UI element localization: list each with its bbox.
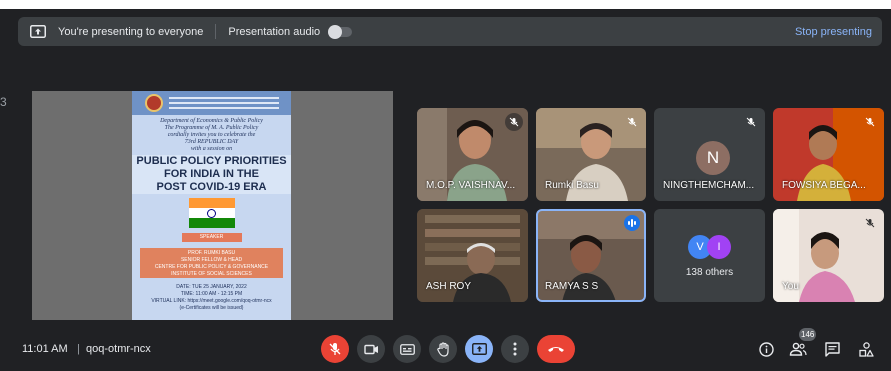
participant-tile[interactable]: N NINGTHEMCHAM... [654,108,765,201]
participant-name: RAMYA S S [545,281,599,292]
present-screen-icon [30,25,46,38]
participant-name: FOWSIYA BEGA... [782,180,866,191]
participant-tile[interactable]: RAMYA S S [536,209,646,302]
shapes-icon [858,341,874,357]
poster-headline: PUBLIC POLICY PRIORITIES FOR INDIA IN TH… [132,155,291,194]
meeting-code: qoq-otmr-ncx [86,343,151,355]
participant-name: M.O.P. VAISHNAV... [426,180,516,191]
presentation-audio-label: Presentation audio [228,25,321,38]
present-now-button[interactable] [465,335,493,363]
captions-button[interactable] [393,335,421,363]
more-options-button[interactable] [501,335,529,363]
stop-presenting-button[interactable]: Stop presenting [795,26,872,38]
participant-name: ASH ROY [426,281,472,292]
raise-hand-button[interactable] [429,335,457,363]
people-button[interactable] [788,339,808,359]
presentation-bar: You're presenting to everyone Presentati… [18,17,882,46]
participant-name: You [782,281,799,292]
mic-off-icon [329,343,341,355]
separator: | [77,343,80,355]
others-tile[interactable]: V I 138 others [654,209,765,302]
mic-off-icon [625,115,639,129]
india-flag-icon [132,194,291,232]
activities-button[interactable] [856,339,876,359]
hand-icon [436,341,449,357]
others-count: 138 others [685,267,734,278]
mic-toggle-button[interactable] [321,335,349,363]
avatar: I [707,235,731,259]
presentation-audio-toggle[interactable] [328,24,353,39]
participant-tile[interactable]: FOWSIYA BEGA... [773,108,884,201]
meeting-clock: 11:01 AM [22,343,68,355]
participant-tile[interactable]: Rumki Basu [536,108,646,201]
participant-name: Rumki Basu [545,180,599,191]
mic-off-icon [505,113,523,131]
camera-toggle-button[interactable] [357,335,385,363]
mic-off-icon [744,115,758,129]
self-tile[interactable]: You [773,209,884,302]
institute-logo-icon [144,94,163,112]
camera-icon [363,344,378,354]
captions-icon [399,343,415,355]
edge-fragment: 3 [0,95,7,109]
info-icon [758,341,774,357]
speaking-indicator-icon [624,215,640,231]
poster-banner [132,91,291,115]
speaker-details: PROF. RUMKI BASU SENIOR FELLOW & HEAD CE… [140,248,283,278]
avatar: N [696,141,730,175]
speaker-tag: SPEAKER [181,233,242,242]
participant-tile[interactable]: ASH ROY [417,209,528,302]
meeting-details-button[interactable] [756,339,776,359]
mic-off-icon [863,115,877,129]
bottom-bar: 11:01 AM | qoq-otmr-ncx 146 [0,322,891,371]
slide-poster: Department of Economics & Public Policy … [132,91,291,320]
more-vert-icon [513,342,517,356]
participant-tile[interactable]: M.O.P. VAISHNAV... [417,108,528,201]
participant-name: NINGTHEMCHAM... [663,180,755,191]
people-icon [789,342,807,356]
present-screen-icon [471,343,487,355]
hang-up-icon [548,347,564,352]
chat-icon [824,341,840,357]
top-strip [0,0,891,9]
divider [215,24,217,39]
leave-call-button[interactable] [537,335,575,363]
presenting-status: You're presenting to everyone [58,25,204,38]
mic-off-icon [863,216,877,230]
chat-button[interactable] [822,339,842,359]
event-details: DATE: TUE 25 JANUARY, 2022 TIME: 11:00 A… [151,284,272,311]
poster-intro: Department of Economics & Public Policy … [160,118,263,152]
